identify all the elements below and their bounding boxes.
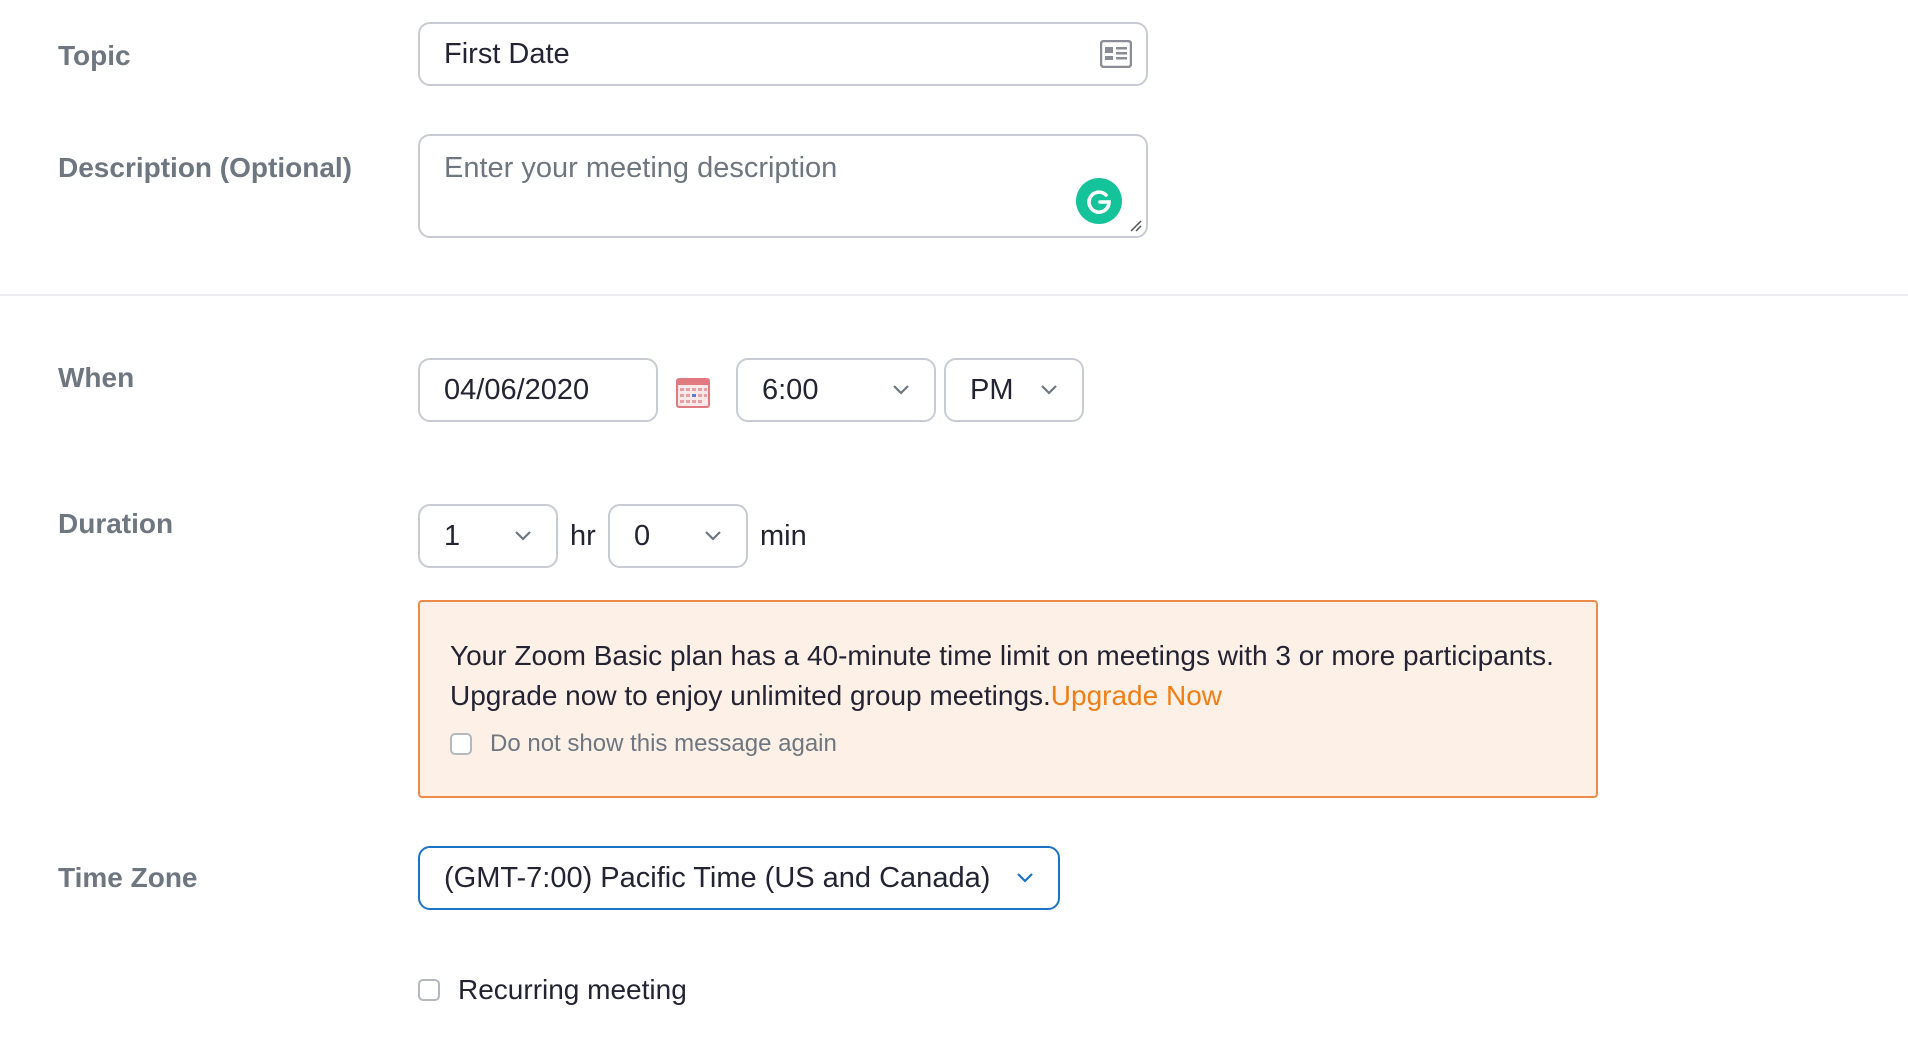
hide-message-label: Do not show this message again (490, 730, 837, 757)
hours-unit-label: hr (570, 520, 596, 552)
contact-card-icon[interactable] (1100, 40, 1132, 68)
timezone-label: Time Zone (58, 862, 198, 893)
date-input[interactable]: 04/06/2020 (418, 358, 658, 422)
chevron-down-icon (705, 531, 721, 541)
date-value: 04/06/2020 (444, 373, 590, 406)
when-label: When (58, 362, 135, 393)
ampm-select[interactable]: PM (944, 358, 1084, 422)
topic-value: First Date (444, 37, 570, 70)
recurring-meeting-row[interactable]: Recurring meeting (418, 974, 687, 1006)
plan-limit-notice: Your Zoom Basic plan has a 40-minute tim… (418, 600, 1598, 798)
description-textarea[interactable]: Enter your meeting description (418, 134, 1148, 238)
recurring-meeting-checkbox[interactable] (418, 979, 440, 1001)
resize-handle-icon[interactable] (1128, 218, 1142, 232)
duration-hours-select[interactable]: 1 (418, 504, 558, 568)
topic-label: Topic (58, 40, 131, 71)
duration-label: Duration (58, 508, 174, 539)
duration-minutes-select[interactable]: 0 (608, 504, 748, 568)
hide-message-row[interactable]: Do not show this message again (450, 730, 1566, 758)
grammarly-icon[interactable] (1076, 178, 1122, 224)
minutes-unit-label: min (760, 520, 807, 552)
section-divider (0, 294, 1908, 296)
description-placeholder: Enter your meeting description (444, 152, 838, 184)
timezone-select[interactable]: (GMT-7:00) Pacific Time (US and Canada) (418, 846, 1060, 910)
duration-hours-value: 1 (444, 519, 461, 552)
timezone-value: (GMT-7:00) Pacific Time (US and Canada) (444, 861, 991, 894)
chevron-down-icon (1041, 385, 1057, 395)
notice-message: Your Zoom Basic plan has a 40-minute tim… (450, 636, 1566, 716)
schedule-meeting-form: Topic First Date Description (Optional) … (0, 0, 1908, 1048)
ampm-value: PM (970, 373, 1014, 406)
notice-text: Your Zoom Basic plan has a 40-minute tim… (450, 640, 1554, 711)
description-label: Description (Optional) (58, 152, 352, 183)
chevron-down-icon (515, 531, 531, 541)
chevron-down-icon (1017, 873, 1033, 883)
topic-input[interactable]: First Date (418, 22, 1148, 86)
hide-message-checkbox[interactable] (450, 733, 472, 755)
time-value: 6:00 (762, 373, 819, 406)
duration-minutes-value: 0 (634, 519, 651, 552)
time-select[interactable]: 6:00 (736, 358, 936, 422)
chevron-down-icon (893, 385, 909, 395)
upgrade-now-link[interactable]: Upgrade Now (1051, 680, 1222, 711)
recurring-meeting-label: Recurring meeting (458, 974, 687, 1005)
calendar-icon[interactable] (676, 376, 710, 408)
